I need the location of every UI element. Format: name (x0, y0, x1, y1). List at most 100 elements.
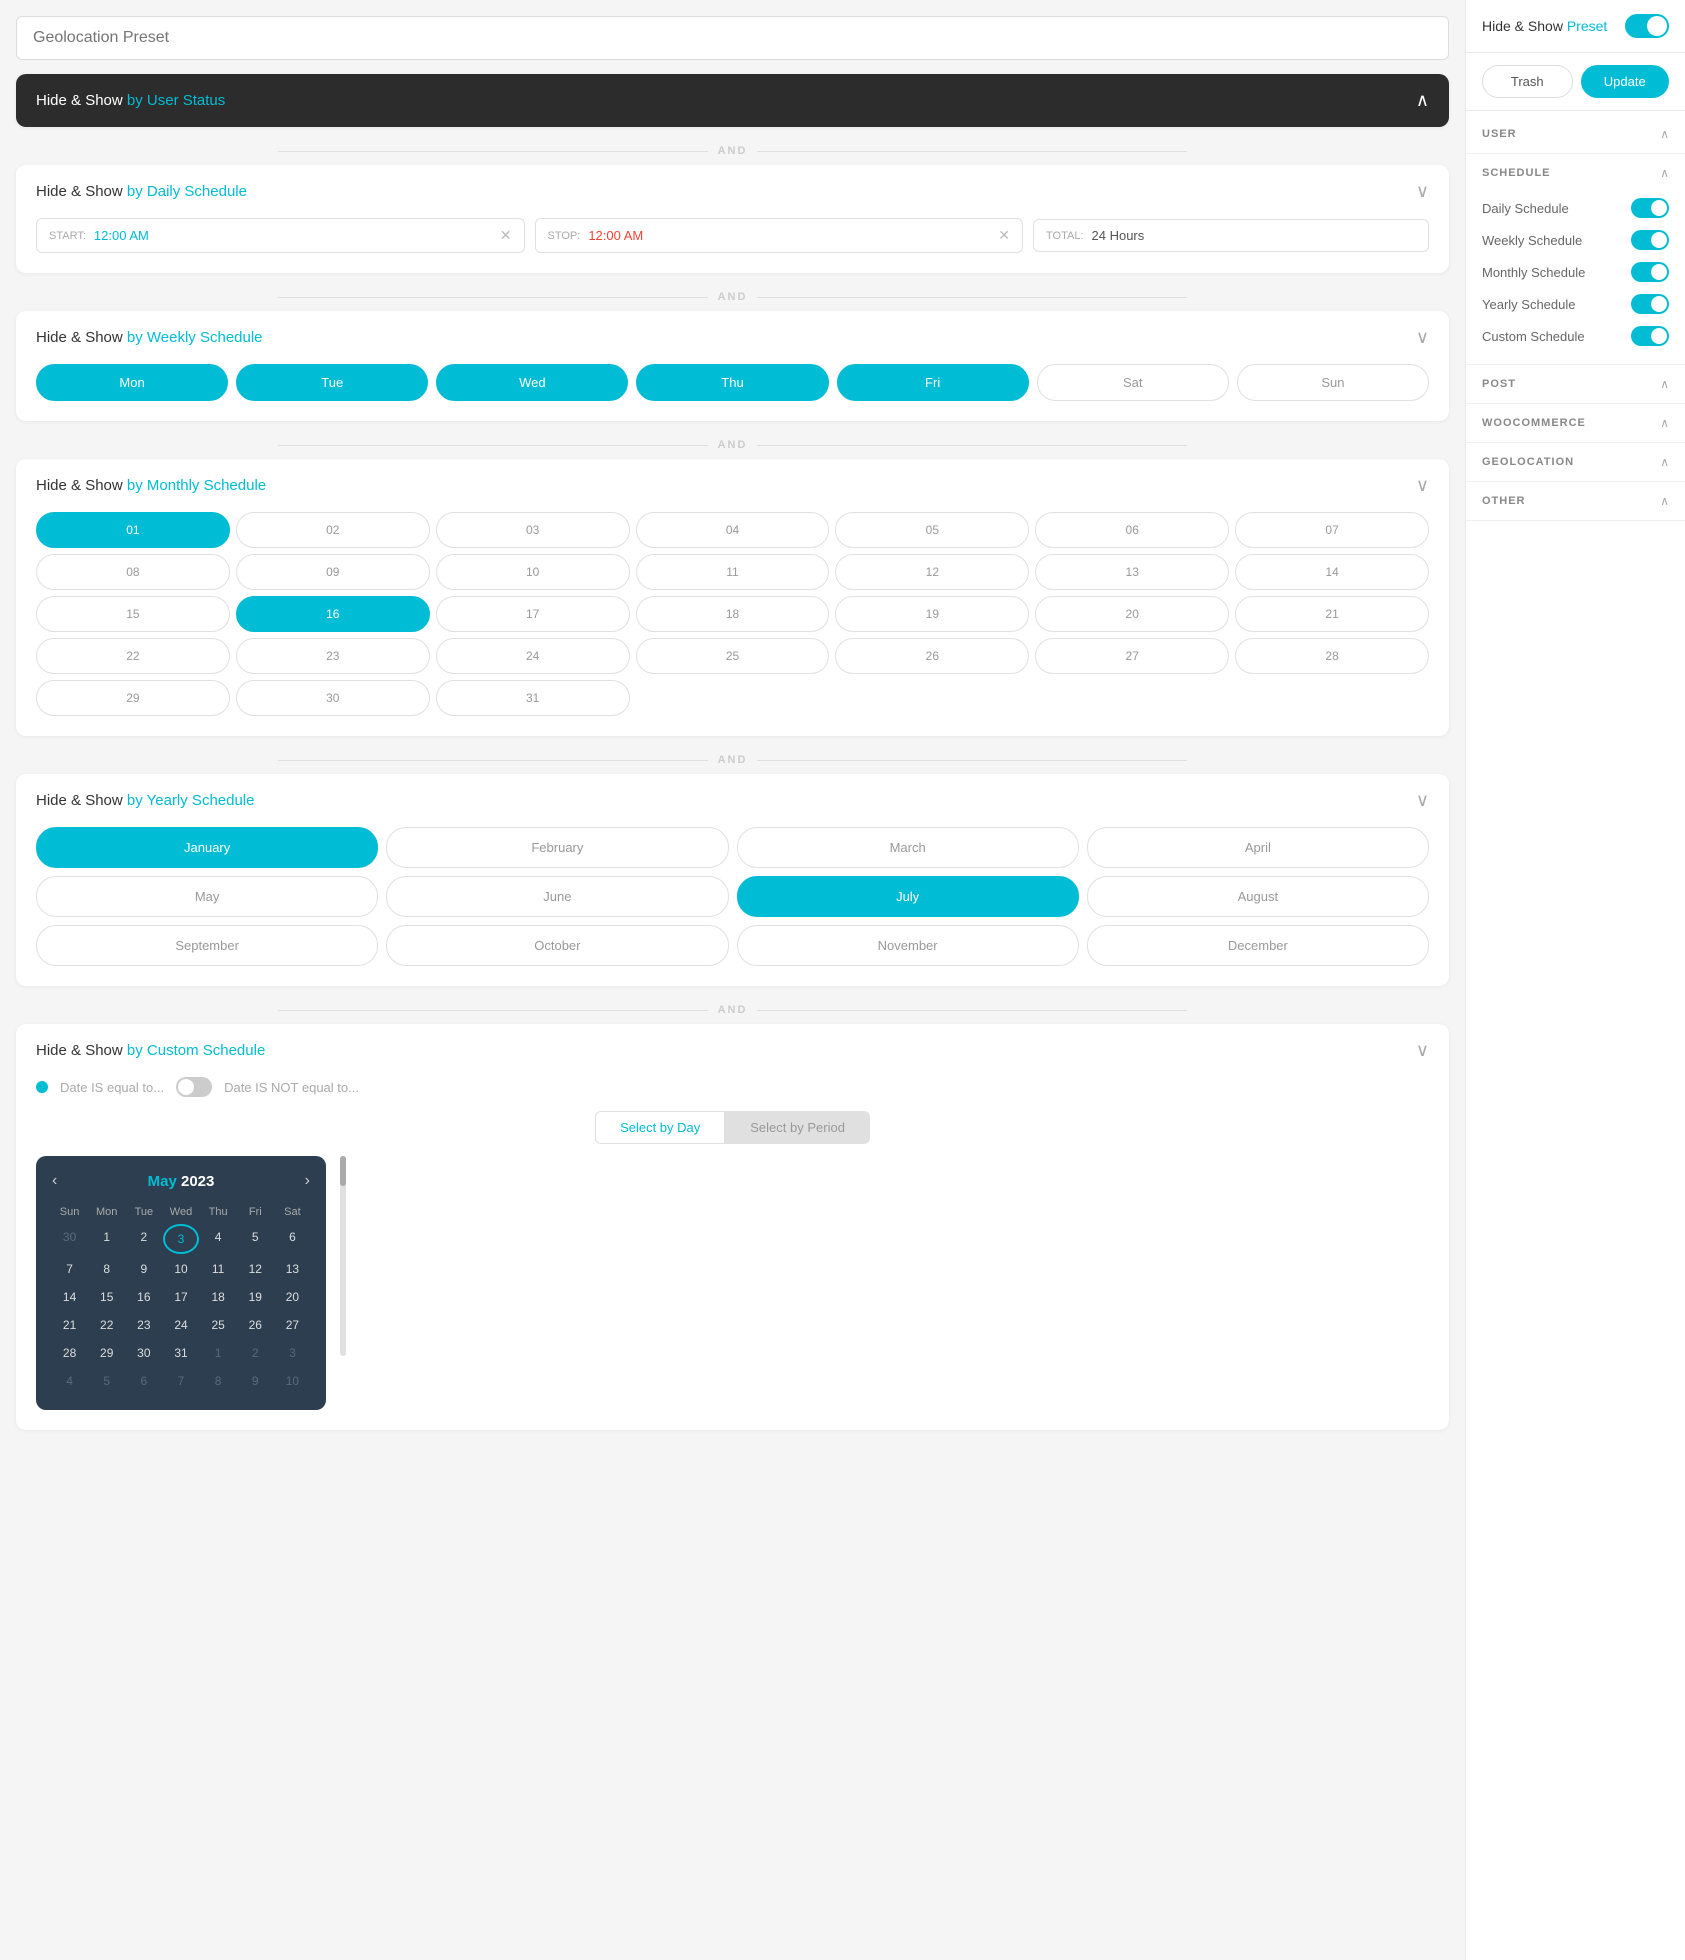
cal-day[interactable]: 12 (238, 1256, 273, 1282)
cal-day[interactable]: 8 (89, 1256, 124, 1282)
cal-day[interactable]: 17 (163, 1284, 198, 1310)
month-day-19[interactable]: 19 (835, 596, 1029, 632)
cal-day[interactable]: 5 (238, 1224, 273, 1254)
month-day-17[interactable]: 17 (436, 596, 630, 632)
day-btn-sat[interactable]: Sat (1037, 364, 1229, 401)
cal-day[interactable]: 6 (275, 1224, 310, 1254)
year-month-june[interactable]: June (386, 876, 728, 917)
select-by-period-tab[interactable]: Select by Period (725, 1111, 870, 1144)
stop-clear-icon[interactable]: ✕ (998, 227, 1010, 244)
scroll-thumb[interactable] (340, 1156, 346, 1186)
preset-title-input[interactable]: Geolocation Preset (16, 16, 1449, 60)
cal-day[interactable]: 30 (126, 1340, 161, 1366)
year-month-february[interactable]: February (386, 827, 728, 868)
cal-day[interactable]: 4 (201, 1224, 236, 1254)
user-status-header[interactable]: Hide & Show by User Status ∧ (16, 74, 1449, 127)
month-day-03[interactable]: 03 (436, 512, 630, 548)
nav-item-toggle[interactable] (1631, 198, 1669, 218)
month-day-05[interactable]: 05 (835, 512, 1029, 548)
cal-day[interactable]: 7 (52, 1256, 87, 1282)
custom-schedule-header[interactable]: Hide & Show by Custom Schedule ∨ (16, 1024, 1449, 1077)
cal-day[interactable]: 9 (126, 1256, 161, 1282)
cal-day[interactable]: 15 (89, 1284, 124, 1310)
cal-day[interactable]: 4 (52, 1368, 87, 1394)
year-month-august[interactable]: August (1087, 876, 1429, 917)
month-day-13[interactable]: 13 (1035, 554, 1229, 590)
stop-time-field[interactable]: STOP: 12:00 AM ✕ (535, 218, 1024, 253)
cal-day[interactable]: 26 (238, 1312, 273, 1338)
cal-day[interactable]: 25 (201, 1312, 236, 1338)
year-month-may[interactable]: May (36, 876, 378, 917)
month-day-30[interactable]: 30 (236, 680, 430, 716)
update-button[interactable]: Update (1581, 65, 1670, 98)
cal-day[interactable]: 29 (89, 1340, 124, 1366)
start-clear-icon[interactable]: ✕ (500, 227, 512, 244)
daily-schedule-header[interactable]: Hide & Show by Daily Schedule ∨ (16, 165, 1449, 218)
select-by-day-tab[interactable]: Select by Day (595, 1111, 725, 1144)
month-day-10[interactable]: 10 (436, 554, 630, 590)
day-btn-fri[interactable]: Fri (837, 364, 1029, 401)
weekly-schedule-header[interactable]: Hide & Show by Weekly Schedule ∨ (16, 311, 1449, 364)
nav-section-header-woocommerce[interactable]: WOOCOMMERCE∧ (1466, 408, 1685, 438)
month-day-06[interactable]: 06 (1035, 512, 1229, 548)
monthly-schedule-header[interactable]: Hide & Show by Monthly Schedule ∨ (16, 459, 1449, 512)
year-month-november[interactable]: November (737, 925, 1079, 966)
month-day-27[interactable]: 27 (1035, 638, 1229, 674)
month-day-02[interactable]: 02 (236, 512, 430, 548)
month-day-24[interactable]: 24 (436, 638, 630, 674)
cal-day[interactable]: 1 (201, 1340, 236, 1366)
nav-section-header-other[interactable]: OTHER∧ (1466, 486, 1685, 516)
cal-day[interactable]: 10 (163, 1256, 198, 1282)
yearly-schedule-header[interactable]: Hide & Show by Yearly Schedule ∨ (16, 774, 1449, 827)
month-day-31[interactable]: 31 (436, 680, 630, 716)
cal-day[interactable]: 1 (89, 1224, 124, 1254)
nav-item-toggle[interactable] (1631, 326, 1669, 346)
day-btn-thu[interactable]: Thu (636, 364, 828, 401)
day-btn-mon[interactable]: Mon (36, 364, 228, 401)
cal-next-btn[interactable]: › (305, 1172, 310, 1190)
year-month-july[interactable]: July (737, 876, 1079, 917)
month-day-04[interactable]: 04 (636, 512, 830, 548)
day-btn-tue[interactable]: Tue (236, 364, 428, 401)
month-day-08[interactable]: 08 (36, 554, 230, 590)
cal-day[interactable]: 9 (238, 1368, 273, 1394)
cal-day[interactable]: 7 (163, 1368, 198, 1394)
cal-day[interactable]: 16 (126, 1284, 161, 1310)
nav-item-toggle[interactable] (1631, 230, 1669, 250)
month-day-18[interactable]: 18 (636, 596, 830, 632)
year-month-september[interactable]: September (36, 925, 378, 966)
cal-day[interactable]: 24 (163, 1312, 198, 1338)
month-day-21[interactable]: 21 (1235, 596, 1429, 632)
month-day-20[interactable]: 20 (1035, 596, 1229, 632)
cal-day[interactable]: 20 (275, 1284, 310, 1310)
nav-section-header-user[interactable]: USER∧ (1466, 119, 1685, 149)
nav-section-header-post[interactable]: POST∧ (1466, 369, 1685, 399)
month-day-14[interactable]: 14 (1235, 554, 1429, 590)
cal-day[interactable]: 27 (275, 1312, 310, 1338)
day-btn-wed[interactable]: Wed (436, 364, 628, 401)
cal-day[interactable]: 31 (163, 1340, 198, 1366)
cal-day[interactable]: 23 (126, 1312, 161, 1338)
month-day-23[interactable]: 23 (236, 638, 430, 674)
cal-day[interactable]: 3 (275, 1340, 310, 1366)
cal-day[interactable]: 10 (275, 1368, 310, 1394)
month-day-26[interactable]: 26 (835, 638, 1029, 674)
nav-item-toggle[interactable] (1631, 262, 1669, 282)
month-day-11[interactable]: 11 (636, 554, 830, 590)
month-day-09[interactable]: 09 (236, 554, 430, 590)
nav-item-toggle[interactable] (1631, 294, 1669, 314)
date-toggle[interactable] (176, 1077, 212, 1097)
year-month-october[interactable]: October (386, 925, 728, 966)
cal-day[interactable]: 5 (89, 1368, 124, 1394)
month-day-12[interactable]: 12 (835, 554, 1029, 590)
nav-section-header-geolocation[interactable]: GEOLOCATION∧ (1466, 447, 1685, 477)
cal-day[interactable]: 14 (52, 1284, 87, 1310)
month-day-29[interactable]: 29 (36, 680, 230, 716)
month-day-22[interactable]: 22 (36, 638, 230, 674)
cal-day[interactable]: 3 (163, 1224, 198, 1254)
trash-button[interactable]: Trash (1482, 65, 1573, 98)
cal-day[interactable]: 19 (238, 1284, 273, 1310)
month-day-01[interactable]: 01 (36, 512, 230, 548)
month-day-16[interactable]: 16 (236, 596, 430, 632)
cal-day[interactable]: 2 (126, 1224, 161, 1254)
